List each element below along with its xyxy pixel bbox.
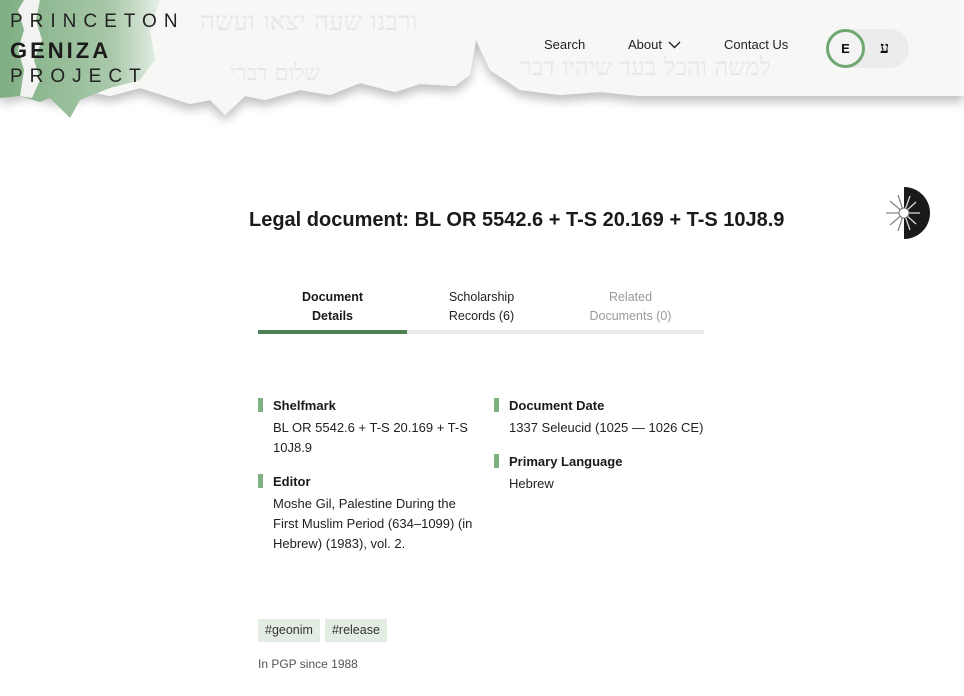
logo-line-geniza: GENIZA [10, 38, 112, 63]
chevron-down-icon [668, 41, 681, 48]
tab-label-line2: Records (6) [448, 309, 515, 323]
nav-search-link[interactable]: Search [544, 37, 585, 52]
tag-list: #geonim #release [258, 619, 387, 642]
tab-label-line2: Documents (0) [589, 309, 672, 323]
document-date-value: 1337 Seleucid (1025 — 1026 CE) [509, 420, 704, 435]
tag-geonim[interactable]: #geonim [258, 619, 320, 642]
tab-label-line1: Document [301, 290, 364, 304]
tab-label-line1: Related [608, 290, 653, 304]
language-hebrew-button[interactable]: ע [880, 38, 889, 58]
svg-text:למשה והכל בעד שיהיו דבר: למשה והכל בעד שיהיו דבר [520, 53, 771, 81]
shelfmark-value: BL OR 5542.6 + T-S 20.169 + T-S 10J8.9 [273, 420, 468, 455]
editor-value: Moshe Gil, Palestine During the First Mu… [273, 496, 473, 551]
primary-language-label: Primary Language [494, 452, 714, 472]
document-tabs: Document Details Scholarship Records (6)… [258, 288, 704, 335]
site-header: ורבנו שעה יצאו ועשה למשה והכל בעד שיהיו … [0, 0, 964, 130]
tab-related-documents: Related Documents (0) [556, 288, 705, 326]
site-logo[interactable]: PRINCETON GENIZA PROJECT [10, 12, 185, 89]
editor-label: Editor [258, 472, 473, 492]
document-type-label: Legal document: [249, 209, 410, 231]
in-pgp-since: In PGP since 1988 [258, 657, 358, 671]
sun-moon-icon [886, 187, 930, 239]
tag-release[interactable]: #release [324, 619, 387, 642]
active-tab-indicator [258, 330, 407, 334]
document-shelfmark-title: BL OR 5542.6 + T-S 20.169 + T-S 10J8.9 [409, 209, 785, 231]
tab-document-details[interactable]: Document Details [258, 288, 407, 326]
logo-line-princeton: PRINCETON [10, 11, 185, 32]
page-title: Legal document: BL OR 5542.6 + T-S 20.16… [249, 209, 784, 232]
tab-label-line1: Scholarship [448, 290, 515, 304]
svg-text:ורבנו שעה יצאו ועשה: ורבנו שעה יצאו ועשה [200, 7, 417, 37]
nav-about-label: About [628, 37, 662, 52]
shelfmark-label: Shelfmark [258, 396, 473, 416]
nav-about-menu[interactable]: About [628, 37, 681, 52]
nav-contact-link[interactable]: Contact Us [724, 37, 788, 52]
tab-label-line2: Details [312, 309, 353, 323]
document-date-label: Document Date [494, 396, 714, 416]
metadata-column-left: Shelfmark BL OR 5542.6 + T-S 20.169 + T-… [258, 396, 473, 554]
svg-text:שלום דברי: שלום דברי [230, 61, 320, 86]
language-switcher: E ע [826, 29, 909, 68]
primary-language-value: Hebrew [509, 476, 554, 491]
logo-line-project: PROJECT [10, 66, 148, 87]
tab-scholarship-records[interactable]: Scholarship Records (6) [407, 288, 556, 326]
metadata-column-right: Document Date 1337 Seleucid (1025 — 1026… [494, 396, 714, 494]
language-english-button[interactable]: E [826, 29, 865, 68]
theme-toggle-button[interactable] [884, 186, 932, 240]
